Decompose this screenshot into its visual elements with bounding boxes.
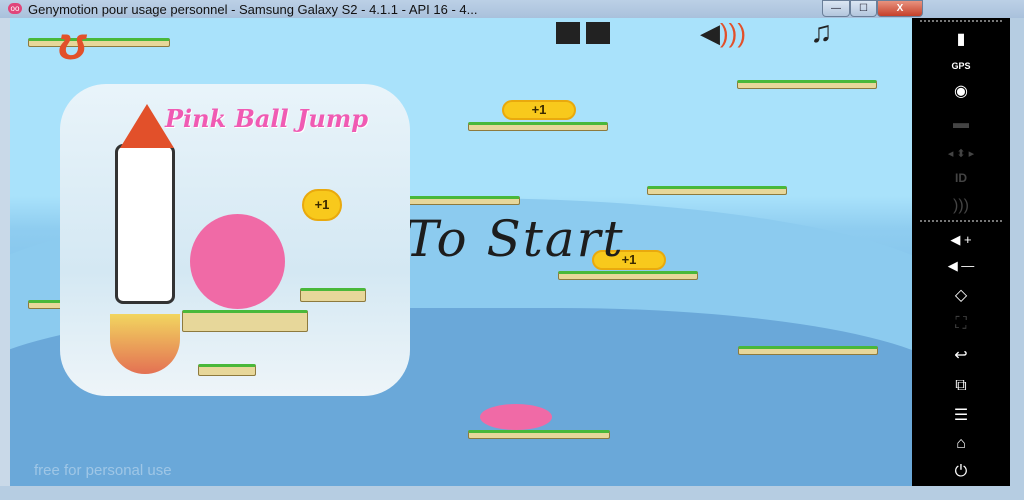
pink-ball-character (480, 404, 552, 430)
close-button[interactable]: X (877, 0, 923, 17)
window-titlebar: oo Genymotion pour usage personnel - Sam… (0, 0, 1024, 18)
rss-icon[interactable]: ))) (912, 196, 1010, 216)
platform (468, 430, 610, 439)
overlay-title: Pink Ball Jump (165, 104, 369, 133)
divider (920, 220, 1002, 222)
platform (737, 80, 877, 89)
volume-down-icon[interactable]: ◀ — (912, 256, 1010, 276)
id-icon[interactable]: ID (912, 168, 1010, 188)
rotate-icon[interactable]: ◇ (912, 286, 1010, 306)
remote-control-icon[interactable]: ◂ ⬍ ▸ (912, 144, 1010, 164)
scale-icon[interactable]: ⛶ (912, 314, 1010, 334)
pause-icon[interactable] (556, 22, 580, 44)
app-icon-overlay: Pink Ball Jump +1 (60, 84, 410, 396)
platform (198, 364, 256, 376)
watermark: free for personal use (34, 462, 172, 479)
sound-icon[interactable]: ◀))) (700, 18, 746, 49)
platform (468, 122, 608, 131)
genymotion-sidebar: ▮ GPS ◉ ▬ ◂ ⬍ ▸ ID ))) ◀ + ◀ — ◇ ⛶ ↩ ⧉ ☰… (912, 18, 1010, 486)
webcam-icon[interactable]: ◉ (912, 82, 1010, 102)
coin-plus-one: +1 (302, 189, 342, 221)
platform (558, 271, 698, 280)
rocket-nose (120, 104, 174, 148)
tap-to-start-text[interactable]: To Start (405, 210, 625, 268)
volume-up-icon[interactable]: ◀ + (912, 230, 1010, 250)
gps-icon[interactable]: GPS (912, 56, 1010, 76)
power-icon[interactable]: ⏻ (912, 462, 1010, 482)
pink-ball-character (190, 214, 285, 309)
music-icon[interactable]: ♫ (810, 18, 833, 50)
maximize-button[interactable]: ☐ (850, 0, 877, 17)
rocket-flame (110, 314, 180, 374)
minimize-button[interactable]: — (822, 0, 850, 17)
rocket-icon (115, 144, 175, 304)
window-border (1010, 18, 1024, 486)
divider (920, 20, 1002, 22)
platform (300, 288, 366, 302)
window-title: Genymotion pour usage personnel - Samsun… (28, 2, 478, 17)
pause-icon-bar (586, 22, 610, 44)
window-border (0, 486, 1024, 500)
platform (738, 346, 878, 355)
genymotion-app-icon: oo (8, 3, 22, 14)
game-screen[interactable]: +1 +1 To Start ʊ ◀))) ♫ free for persona… (10, 18, 912, 486)
recent-apps-icon[interactable]: ⧉ (912, 376, 1010, 396)
screencast-icon[interactable]: ▬ (912, 114, 1010, 134)
back-icon[interactable]: ↩ (912, 346, 1010, 366)
logo-icon: ʊ (58, 18, 87, 69)
menu-icon[interactable]: ☰ (912, 406, 1010, 426)
platform (182, 310, 308, 332)
platform (28, 38, 170, 47)
home-icon[interactable]: ⌂ (912, 434, 1010, 454)
platform (647, 186, 787, 195)
coin-plus-one: +1 (502, 100, 576, 120)
battery-icon[interactable]: ▮ (912, 30, 1010, 50)
